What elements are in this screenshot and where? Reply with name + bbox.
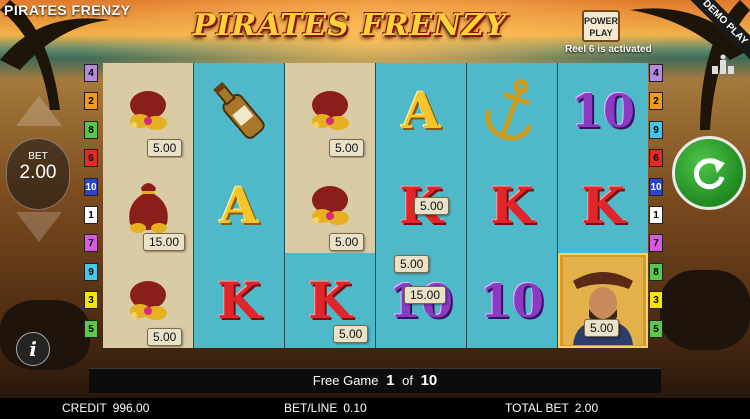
symbol-A: A: [401, 81, 441, 140]
symbol-K: K: [490, 176, 534, 235]
rock-decoration: [660, 270, 750, 350]
reel-divider: [375, 63, 376, 348]
reel-cell: 10: [467, 253, 557, 348]
betline-label: BET/LINE: [284, 401, 338, 415]
game-logo: PIRATES FRENZY: [192, 8, 508, 43]
credit-display: CREDIT 996.00: [62, 401, 149, 415]
refresh-arrow-icon: [693, 158, 725, 190]
free-game-total: 10: [420, 372, 438, 389]
payline-indicator-4: 4: [649, 64, 663, 82]
reel-divider: [284, 63, 285, 348]
reel-5: K 10: [467, 63, 557, 348]
symbol-K: K: [581, 176, 625, 235]
reel-4: A K 5.00 10 5.00 15.00: [376, 63, 466, 348]
credit-label: CREDIT: [62, 401, 107, 415]
reel-1: 5.00 15.00 5.00: [103, 63, 193, 348]
reel-grid: 5.00 15.00 5.00 A K 5.00 5.00 K 5.00 A 5…: [103, 63, 648, 348]
free-game-current: 1: [386, 372, 395, 389]
free-game-label: Free Game: [312, 373, 379, 388]
symbol-K: K: [308, 271, 352, 330]
coin-value-tag: 15.00: [404, 286, 447, 304]
payline-indicator-2: 2: [649, 92, 663, 111]
coin-value-tag: 5.00: [333, 325, 369, 343]
treasure-pile-icon: [312, 186, 349, 225]
payline-indicator-7: 7: [649, 234, 663, 253]
reel-cell: A: [194, 158, 284, 253]
reel-2: A K: [194, 63, 284, 348]
bet-display: BET 2.00: [6, 138, 70, 210]
info-button[interactable]: i: [16, 332, 50, 366]
payline-indicator-9: 9: [84, 262, 98, 281]
coin-value-tag: 5.00: [394, 255, 430, 273]
reel-cell: K: [194, 253, 284, 348]
rum-bottle-icon: [213, 81, 265, 139]
payline-indicator-7: 7: [84, 234, 98, 253]
payline-indicator-10: 10: [649, 177, 663, 196]
reel-cell: [467, 63, 557, 158]
payline-indicator-6: 6: [84, 149, 98, 168]
spin-button[interactable]: [672, 136, 746, 210]
payline-indicator-5: 5: [649, 319, 663, 338]
bet-label: BET: [28, 151, 48, 162]
payline-indicator-8: 8: [84, 120, 98, 139]
payline-indicator-5: 5: [84, 319, 98, 338]
coin-value-tag: 5.00: [329, 139, 365, 157]
footer-bar: CREDIT 996.00 BET/LINE 0.10 TOTAL BET 2.00: [0, 398, 750, 419]
reel-cell: 10: [558, 63, 648, 158]
symbol-10: 10: [570, 83, 635, 138]
payline-indicator-9: 9: [649, 120, 663, 139]
payline-indicator-6: 6: [649, 149, 663, 168]
coin-value-tag: 5.00: [584, 319, 620, 337]
reel-cell: K: [467, 158, 557, 253]
betline-value: 0.10: [343, 401, 367, 415]
coin-value-tag: 5.00: [147, 139, 183, 157]
game-title: PIRATES FRENZY: [4, 2, 131, 18]
reel-cell: K: [558, 158, 648, 253]
coin-value-tag: 5.00: [329, 233, 365, 251]
treasure-pile-icon: [130, 91, 167, 130]
symbol-A: A: [219, 176, 259, 235]
bet-increase-arrow[interactable]: [16, 96, 62, 126]
paytable-icon[interactable]: [708, 54, 738, 78]
bet-line-display: BET/LINE 0.10: [284, 401, 367, 415]
reel-divider: [557, 63, 558, 348]
coin-value-tag: 5.00: [147, 328, 183, 346]
coin-value-tag: 15.00: [143, 233, 186, 251]
power-play-badge: POWER PLAY: [582, 10, 620, 42]
reel-cell: [194, 63, 284, 158]
reel-status-text: Reel 6 is activated: [565, 44, 652, 55]
payline-indicator-3: 3: [649, 291, 663, 310]
reel-6: 10 K 5.00: [558, 63, 648, 348]
bet-value: 2.00: [19, 162, 57, 183]
payline-indicator-8: 8: [649, 262, 663, 281]
payline-indicator-1: 1: [84, 206, 98, 224]
reel-divider: [193, 63, 194, 348]
bet-decrease-arrow[interactable]: [16, 212, 62, 242]
payline-indicator-2: 2: [84, 92, 98, 111]
reel-cell: A: [376, 63, 466, 158]
treasure-pile-icon: [312, 91, 349, 130]
free-game-of: of: [402, 373, 413, 388]
treasure-pile-icon: [130, 281, 167, 320]
totalbet-label: TOTAL BET: [505, 401, 569, 415]
total-bet-display: TOTAL BET 2.00: [505, 401, 598, 415]
coin-value-tag: 5.00: [414, 197, 450, 215]
payline-indicator-4: 4: [84, 64, 98, 82]
reel-divider: [466, 63, 467, 348]
credit-value: 996.00: [112, 401, 150, 415]
payline-indicator-1: 1: [649, 206, 663, 224]
totalbet-value: 2.00: [574, 401, 599, 415]
payline-indicator-3: 3: [84, 291, 98, 310]
symbol-K: K: [217, 271, 261, 330]
symbol-10: 10: [479, 273, 544, 328]
info-icon: i: [29, 337, 37, 361]
payline-indicator-10: 10: [84, 177, 98, 196]
money-bag-icon: [128, 182, 168, 233]
anchor-icon: [485, 78, 533, 141]
reel-3: 5.00 5.00 K 5.00: [285, 63, 375, 348]
free-game-status: Free Game 1 of 10: [89, 368, 661, 393]
